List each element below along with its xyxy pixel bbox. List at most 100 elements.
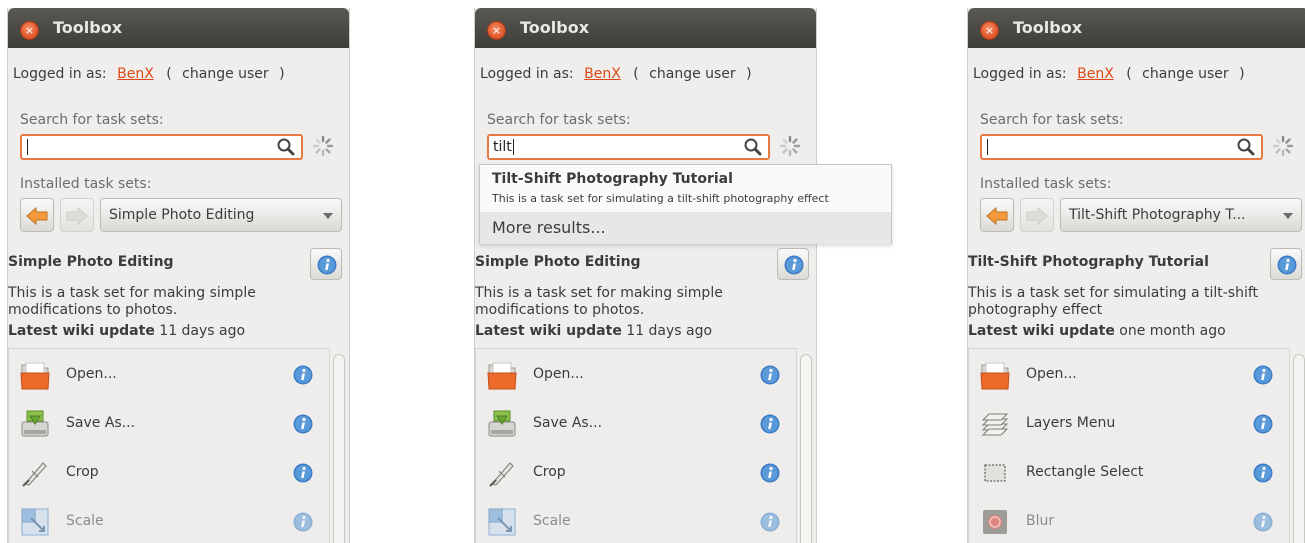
window-title: Toolbox — [520, 18, 590, 37]
list-item[interactable]: Open... — [9, 355, 331, 395]
task-set-select-value: Simple Photo Editing — [109, 207, 255, 223]
wiki-update-label: Latest wiki update — [475, 323, 622, 339]
open-paren: ( — [1126, 66, 1132, 82]
info-icon[interactable] — [293, 365, 313, 385]
task-set-title: Simple Photo Editing — [475, 254, 641, 270]
title-bar: × Toolbox — [968, 8, 1305, 48]
forward-button[interactable] — [60, 198, 94, 232]
list-item[interactable]: Scale — [476, 502, 798, 542]
user-link[interactable]: BenX — [1077, 66, 1114, 82]
info-icon[interactable] — [1253, 365, 1273, 385]
arrow-left-icon — [26, 206, 48, 226]
change-user-link[interactable]: change user — [1142, 66, 1229, 82]
save-drive-icon — [486, 408, 518, 440]
close-icon[interactable]: × — [20, 21, 39, 40]
info-icon[interactable] — [760, 512, 780, 532]
list-item[interactable]: Layers Menu — [969, 404, 1291, 444]
search-icon[interactable] — [1235, 137, 1257, 157]
suggestion-title[interactable]: Tilt-Shift Photography Tutorial — [492, 171, 733, 187]
arrow-right-icon — [66, 206, 88, 226]
list-item-label: Open... — [66, 366, 117, 382]
search-input[interactable] — [20, 134, 303, 160]
user-link[interactable]: BenX — [584, 66, 621, 82]
list-item[interactable]: Save As... — [476, 404, 798, 444]
forward-button[interactable] — [1020, 198, 1054, 232]
list-item[interactable]: Scale — [9, 502, 331, 542]
scrollbar[interactable] — [329, 348, 347, 543]
info-icon[interactable] — [293, 512, 313, 532]
list-item[interactable]: Crop — [9, 453, 331, 493]
task-set-info-button[interactable] — [1270, 248, 1302, 280]
back-button[interactable] — [980, 198, 1014, 232]
wiki-update-value: one month ago — [1119, 323, 1226, 339]
search-icon[interactable] — [275, 137, 297, 157]
more-results-item[interactable]: More results... — [480, 212, 891, 244]
login-row: Logged in as: BenX ( change user ) — [973, 66, 1245, 82]
task-set-select[interactable]: Tilt-Shift Photography T... — [1060, 198, 1302, 232]
scrollbar[interactable] — [1289, 348, 1305, 543]
task-set-info-button[interactable] — [777, 248, 809, 280]
info-icon[interactable] — [293, 463, 313, 483]
wiki-update-label: Latest wiki update — [8, 323, 155, 339]
list-item-label: Save As... — [533, 415, 603, 431]
list-item[interactable]: Save As... — [9, 404, 331, 444]
close-icon[interactable]: × — [487, 21, 506, 40]
rectangle-select-icon — [979, 457, 1011, 489]
scrollbar-thumb[interactable] — [1293, 354, 1305, 543]
toolbox-window-2: × Toolbox Logged in as: BenX ( change us… — [474, 8, 817, 543]
list-item-label: Layers Menu — [1026, 415, 1116, 431]
suggestion-description[interactable]: This is a task set for simulating a tilt… — [492, 192, 829, 205]
task-set-info-button[interactable] — [310, 248, 342, 280]
task-set-description: This is a task set for making simple mod… — [8, 285, 256, 318]
task-list: Open... Layers Menu Rectangle Select Blu… — [968, 348, 1290, 543]
search-input[interactable] — [980, 134, 1263, 160]
text-caret — [27, 139, 28, 155]
folder-open-icon — [979, 359, 1011, 391]
info-icon[interactable] — [760, 414, 780, 434]
info-icon[interactable] — [1253, 512, 1273, 532]
scrollbar-thumb[interactable] — [800, 354, 812, 543]
more-results-label: More results... — [492, 218, 606, 237]
back-button[interactable] — [20, 198, 54, 232]
text-caret — [512, 139, 514, 155]
wiki-update-line: Latest wiki update 11 days ago — [475, 323, 712, 339]
folder-open-icon — [486, 359, 518, 391]
list-item[interactable]: Rectangle Select — [969, 453, 1291, 493]
open-paren: ( — [166, 66, 172, 82]
user-link[interactable]: BenX — [117, 66, 154, 82]
scrollbar[interactable] — [796, 348, 814, 543]
close-paren: ) — [1239, 66, 1245, 82]
search-icon[interactable] — [742, 137, 764, 157]
info-icon[interactable] — [760, 463, 780, 483]
window-title: Toolbox — [53, 18, 123, 37]
list-item[interactable]: Open... — [969, 355, 1291, 395]
list-item-label: Crop — [533, 464, 566, 480]
crop-knife-icon — [19, 457, 51, 489]
info-icon[interactable] — [760, 365, 780, 385]
wiki-update-value: 11 days ago — [159, 323, 246, 339]
info-icon[interactable] — [293, 414, 313, 434]
close-icon[interactable]: × — [980, 21, 999, 40]
search-input[interactable]: tilt — [487, 134, 770, 160]
list-item[interactable]: Blur — [969, 502, 1291, 542]
list-item-label: Open... — [533, 366, 584, 382]
scale-icon — [19, 506, 51, 538]
change-user-link[interactable]: change user — [649, 66, 736, 82]
task-list: Open... Save As... Crop Scale — [8, 348, 330, 543]
info-icon[interactable] — [1253, 414, 1273, 434]
login-row: Logged in as: BenX ( change user ) — [480, 66, 752, 82]
list-item[interactable]: Open... — [476, 355, 798, 395]
toolbox-window-3: × Toolbox Logged in as: BenX ( change us… — [967, 8, 1305, 543]
chevron-down-icon — [1283, 213, 1293, 219]
list-item-label: Save As... — [66, 415, 136, 431]
logged-in-label: Logged in as: — [480, 66, 574, 82]
open-paren: ( — [633, 66, 639, 82]
task-set-select[interactable]: Simple Photo Editing — [100, 198, 342, 232]
list-item[interactable]: Crop — [476, 453, 798, 493]
change-user-link[interactable]: change user — [182, 66, 269, 82]
list-item-label: Rectangle Select — [1026, 464, 1144, 480]
scale-icon — [486, 506, 518, 538]
info-icon[interactable] — [1253, 463, 1273, 483]
info-icon — [1277, 255, 1297, 275]
scrollbar-thumb[interactable] — [333, 354, 345, 543]
